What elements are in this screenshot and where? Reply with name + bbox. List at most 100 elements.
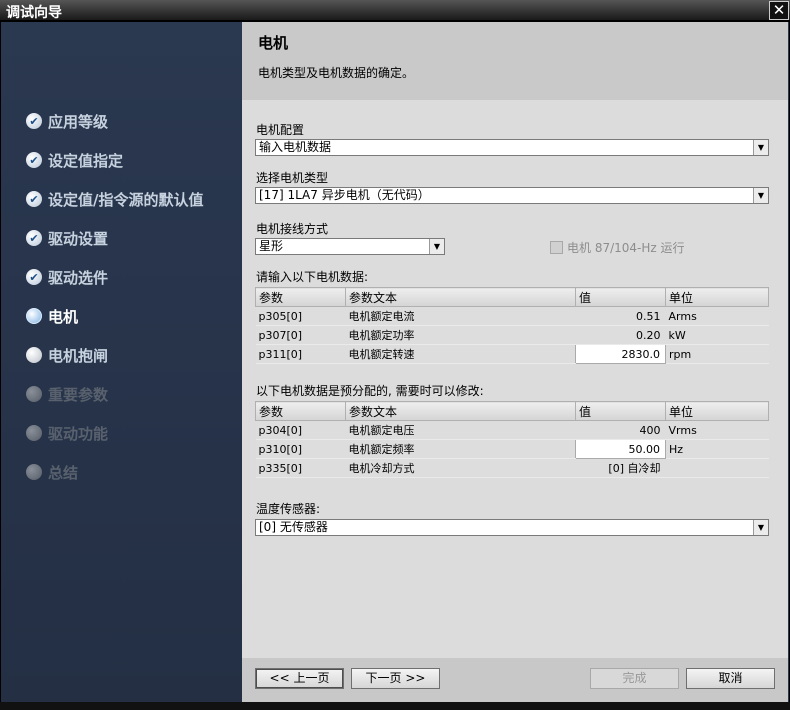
step-label: 设定值/指令源的默认值 <box>48 190 204 209</box>
temp-sensor-dropdown[interactable]: [0] 无传感器 ▼ <box>255 519 769 536</box>
chevron-down-icon: ▼ <box>753 188 768 203</box>
col-header-value: 值 <box>575 401 666 421</box>
param-cell: p304[0] <box>255 420 346 440</box>
step-motor[interactable]: 电机 <box>26 305 78 327</box>
col-header-unit: 单位 <box>665 401 769 421</box>
motor-type-label: 选择电机类型 <box>256 171 329 185</box>
motor-config-label: 电机配置 <box>256 123 305 137</box>
page-header: 电机 电机类型及电机数据的确定。 <box>242 22 788 100</box>
param-text-cell: 电机冷却方式 <box>345 458 576 478</box>
cancel-button[interactable]: 取消 <box>686 668 775 689</box>
step-important-params: 重要参数 <box>26 383 108 405</box>
step-drive-functions: 驱动功能 <box>26 422 108 444</box>
wizard-steps-sidebar: ✔ 应用等级 ✔ 设定值指定 ✔ 设定值/指令源的默认值 ✔ 驱动设置 ✔ 驱动… <box>1 22 242 702</box>
param-text-cell: 电机额定频率 <box>345 439 576 459</box>
step-motor-brake[interactable]: 电机抱闸 <box>26 344 108 366</box>
check-icon: ✔ <box>26 191 42 207</box>
page-title: 电机 <box>258 34 289 52</box>
step-setpoint[interactable]: ✔ 设定值指定 <box>26 149 123 171</box>
motor-config-dropdown[interactable]: 输入电机数据 ▼ <box>255 139 769 156</box>
unit-cell: Vrms <box>665 420 769 440</box>
value-input[interactable]: 2830.0 <box>575 344 666 364</box>
disabled-step-icon <box>26 386 42 402</box>
check-icon: ✔ <box>26 269 42 285</box>
motor-config-value: 输入电机数据 <box>259 140 332 154</box>
unit-cell: Hz <box>665 439 769 459</box>
window-title: 调试向导 <box>6 5 62 21</box>
table-row: p310[0] 电机额定频率 50.00 Hz <box>255 439 769 459</box>
step-setpoint-defaults[interactable]: ✔ 设定值/指令源的默认值 <box>26 188 203 210</box>
unit-cell <box>665 458 769 478</box>
prev-page-button[interactable]: << 上一页 <box>255 668 344 689</box>
table-row: p305[0] 电机额定电流 0.51 Arms <box>255 306 769 326</box>
motor-data-table: 参数 参数文本 值 单位 p305[0] 电机额定电流 0.51 Arms p3… <box>255 287 769 364</box>
check-icon: ✔ <box>26 113 42 129</box>
check-icon: ✔ <box>26 152 42 168</box>
value-input[interactable]: 50.00 <box>575 439 666 459</box>
motor-type-value: [17] 1LA7 异步电机（无代码） <box>259 188 430 202</box>
col-header-unit: 单位 <box>665 287 769 307</box>
table1-caption: 请输入以下电机数据: <box>256 270 369 284</box>
step-drive-settings[interactable]: ✔ 驱动设置 <box>26 227 108 249</box>
chevron-down-icon: ▼ <box>753 520 768 535</box>
param-text-cell: 电机额定功率 <box>345 325 576 345</box>
step-summary: 总结 <box>26 461 78 483</box>
step-application-class[interactable]: ✔ 应用等级 <box>26 110 108 132</box>
step-label: 重要参数 <box>48 385 109 404</box>
motor-type-dropdown[interactable]: [17] 1LA7 异步电机（无代码） ▼ <box>255 187 769 204</box>
param-text-cell: 电机额定电流 <box>345 306 576 326</box>
step-label: 驱动功能 <box>48 424 109 443</box>
step-label: 总结 <box>48 463 79 482</box>
close-icon[interactable]: ✕ <box>769 1 789 20</box>
col-header-text: 参数文本 <box>345 287 576 307</box>
param-cell: p310[0] <box>255 439 346 459</box>
temp-sensor-value: [0] 无传感器 <box>259 520 328 534</box>
hz87-checkbox[interactable] <box>550 241 563 254</box>
chevron-down-icon: ▼ <box>429 239 444 254</box>
disabled-step-icon <box>26 425 42 441</box>
param-cell: p335[0] <box>255 458 346 478</box>
title-bar: 调试向导 ✕ <box>0 0 790 21</box>
window-bottom-border <box>0 702 790 710</box>
hz87-label: 电机 87/104-Hz 运行 <box>567 241 685 255</box>
finish-button: 完成 <box>590 668 679 689</box>
pending-step-icon <box>26 347 42 363</box>
col-header-text: 参数文本 <box>345 401 576 421</box>
unit-cell: rpm <box>665 344 769 364</box>
step-label: 设定值指定 <box>48 151 124 170</box>
footer: << 上一页 下一页 >> 完成 取消 <box>242 658 788 702</box>
step-label: 应用等级 <box>48 112 109 131</box>
value-cell[interactable]: 0.51 <box>575 306 666 326</box>
param-cell: p305[0] <box>255 306 346 326</box>
next-page-button[interactable]: 下一页 >> <box>351 668 440 689</box>
value-cell[interactable]: 0.20 <box>575 325 666 345</box>
step-label: 驱动设置 <box>48 229 109 248</box>
unit-cell: Arms <box>665 306 769 326</box>
param-text-cell: 电机额定电压 <box>345 420 576 440</box>
predefined-data-table: 参数 参数文本 值 单位 p304[0] 电机额定电压 400 Vrms p31… <box>255 401 769 478</box>
step-label: 驱动选件 <box>48 268 109 287</box>
step-label: 电机 <box>48 307 79 326</box>
wiring-dropdown[interactable]: 星形 ▼ <box>255 238 445 255</box>
wiring-label: 电机接线方式 <box>256 222 329 236</box>
table-row: p335[0] 电机冷却方式 [0] 自冷却 <box>255 458 769 478</box>
page-subtitle: 电机类型及电机数据的确定。 <box>258 66 415 80</box>
temp-sensor-label: 温度传感器: <box>256 502 321 516</box>
current-step-icon <box>26 308 42 324</box>
chevron-down-icon: ▼ <box>753 140 768 155</box>
check-icon: ✔ <box>26 230 42 246</box>
table2-caption: 以下电机数据是预分配的, 需要时可以修改: <box>256 384 484 398</box>
param-cell: p311[0] <box>255 344 346 364</box>
table-row: p307[0] 电机额定功率 0.20 kW <box>255 325 769 345</box>
value-cell[interactable]: 400 <box>575 420 666 440</box>
step-drive-options[interactable]: ✔ 驱动选件 <box>26 266 108 288</box>
col-header-param: 参数 <box>255 401 346 421</box>
wiring-value: 星形 <box>259 239 284 253</box>
col-header-value: 值 <box>575 287 666 307</box>
table-row: p304[0] 电机额定电压 400 Vrms <box>255 420 769 440</box>
table-row: p311[0] 电机额定转速 2830.0 rpm <box>255 344 769 364</box>
col-header-param: 参数 <box>255 287 346 307</box>
param-text-cell: 电机额定转速 <box>345 344 576 364</box>
value-cell[interactable]: [0] 自冷却 <box>575 458 666 478</box>
param-cell: p307[0] <box>255 325 346 345</box>
